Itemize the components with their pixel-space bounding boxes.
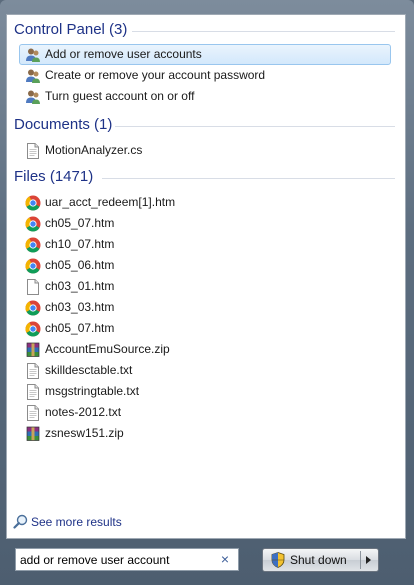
chrome-icon (25, 258, 41, 274)
clear-search-icon[interactable]: × (218, 551, 232, 568)
shutdown-label: Shut down (290, 553, 347, 567)
result-item-file[interactable]: ch10_07.htm (19, 234, 391, 255)
user-accounts-icon (26, 69, 40, 83)
result-item-label: skilldesctable.txt (45, 363, 133, 377)
result-item-file[interactable]: zsnesw151.zip (19, 423, 391, 444)
chrome-icon (25, 216, 41, 232)
result-item-label: ch03_01.htm (45, 279, 115, 293)
result-item-file[interactable]: ch03_03.htm (19, 297, 391, 318)
result-item-add-remove-accounts[interactable]: Add or remove user accounts (19, 44, 391, 65)
result-item-label: notes-2012.txt (45, 405, 122, 419)
shutdown-options-button[interactable] (361, 549, 378, 571)
result-item-guest-account[interactable]: Turn guest account on or off (19, 86, 391, 107)
text-file-icon (27, 143, 39, 159)
text-file-icon (27, 384, 39, 400)
result-item-label: ch03_03.htm (45, 300, 115, 314)
result-item-file[interactable]: skilldesctable.txt (19, 360, 391, 381)
result-item-file[interactable]: msgstringtable.txt (19, 381, 391, 402)
result-item-file[interactable]: notes-2012.txt (19, 402, 391, 423)
chrome-icon (25, 237, 41, 253)
chevron-right-icon (366, 556, 371, 564)
result-item-file[interactable]: ch05_07.htm (19, 213, 391, 234)
shutdown-button[interactable]: Shut down (263, 549, 360, 571)
result-item-account-password[interactable]: Create or remove your account password (19, 65, 391, 86)
result-item-motionanalyzer[interactable]: MotionAnalyzer.cs (19, 140, 391, 161)
user-accounts-icon (26, 90, 40, 104)
result-item-file[interactable]: ch03_01.htm (19, 276, 391, 297)
section-divider (132, 31, 395, 32)
result-item-file[interactable]: ch05_07.htm (19, 318, 391, 339)
result-item-file[interactable]: AccountEmuSource.zip (19, 339, 391, 360)
result-item-label: Turn guest account on or off (45, 89, 195, 103)
result-item-label: MotionAnalyzer.cs (45, 143, 143, 157)
section-title-documents: Documents (1) (14, 116, 113, 133)
result-item-label: ch05_07.htm (45, 321, 115, 335)
result-item-label: zsnesw151.zip (45, 426, 124, 440)
section-divider (102, 178, 395, 179)
text-file-icon (27, 405, 39, 421)
result-item-label: AccountEmuSource.zip (45, 342, 170, 356)
user-accounts-icon (26, 48, 40, 62)
shutdown-split-button: Shut down (262, 548, 379, 572)
result-item-file[interactable]: uar_acct_redeem[1].htm (19, 192, 391, 213)
start-menu: Control Panel (3) Add or remove user acc… (0, 0, 414, 585)
magnifier-icon (13, 514, 28, 529)
winrar-archive-icon (26, 426, 40, 441)
chrome-icon (25, 321, 41, 337)
result-item-file[interactable]: ch05_06.htm (19, 255, 391, 276)
section-title-control-panel: Control Panel (3) (14, 21, 128, 38)
text-file-icon (27, 363, 39, 379)
chrome-icon (25, 300, 41, 316)
result-item-label: msgstringtable.txt (45, 384, 140, 398)
result-item-label: uar_acct_redeem[1].htm (45, 195, 176, 209)
blank-file-icon (27, 279, 39, 295)
result-item-label: Add or remove user accounts (45, 47, 202, 61)
result-item-label: ch05_06.htm (45, 258, 115, 272)
see-more-results-label: See more results (31, 515, 122, 529)
result-item-label: ch10_07.htm (45, 237, 115, 251)
search-results-pane: Control Panel (3) Add or remove user acc… (6, 14, 406, 539)
result-item-label: Create or remove your account password (45, 68, 266, 82)
result-item-label: ch05_07.htm (45, 216, 115, 230)
section-divider (115, 126, 395, 127)
chrome-icon (25, 195, 41, 211)
section-title-files: Files (1471) (14, 168, 94, 185)
winrar-archive-icon (26, 342, 40, 357)
search-input[interactable] (20, 551, 216, 568)
search-box: × (15, 548, 239, 571)
uac-shield-icon (271, 552, 285, 568)
